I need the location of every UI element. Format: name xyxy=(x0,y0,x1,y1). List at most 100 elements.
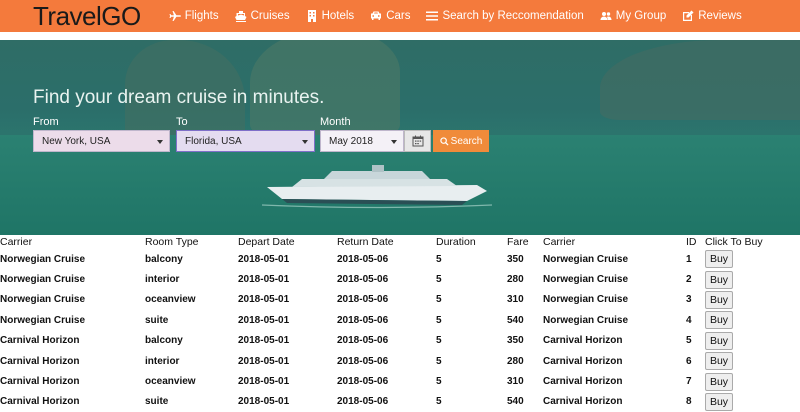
cell-fare: 350 xyxy=(507,253,524,265)
buy-button[interactable]: Buy xyxy=(705,311,733,330)
nav-cars-label: Cars xyxy=(386,10,411,22)
nav-hotels[interactable]: Hotels xyxy=(306,10,354,22)
buy-button[interactable]: Buy xyxy=(705,352,733,371)
from-select-value: New York, USA xyxy=(42,135,111,147)
cell-fare: 310 xyxy=(507,294,524,306)
chevron-down-icon xyxy=(302,140,308,144)
hero-banner: Find your dream cruise in minutes. From … xyxy=(0,40,800,235)
to-select[interactable]: Florida, USA xyxy=(176,130,315,152)
col-header-return-date: Return Date xyxy=(337,236,394,248)
cell-duration: 5 xyxy=(436,376,442,388)
buy-button[interactable]: Buy xyxy=(705,331,733,350)
cell-return-date: 2018-05-06 xyxy=(337,274,389,286)
cell-id: 7 xyxy=(686,376,692,388)
hero-title: Find your dream cruise in minutes. xyxy=(33,87,325,108)
cell-duration: 5 xyxy=(436,274,442,286)
table-row: Norwegian Cruise interior 2018-05-01 2018-0… xyxy=(0,269,800,289)
brand-logo[interactable]: TravelGO xyxy=(33,1,141,32)
cruise-ship-image xyxy=(262,165,492,209)
cell-return-date: 2018-05-06 xyxy=(337,376,389,388)
cell-buy: Buy xyxy=(705,392,800,412)
cell-carrier-2: Norwegian Cruise xyxy=(543,274,629,286)
cell-carrier-2: Carnival Horizon xyxy=(543,396,623,408)
to-select-value: Florida, USA xyxy=(185,135,242,147)
cell-id: 4 xyxy=(686,314,692,326)
nav-my-group[interactable]: My Group xyxy=(600,10,666,22)
to-label: To xyxy=(176,116,188,128)
cell-fare: 540 xyxy=(507,396,524,408)
nav-flights[interactable]: Flights xyxy=(169,10,219,22)
cell-return-date: 2018-05-06 xyxy=(337,396,389,408)
table-row: Carnival Horizon balcony 2018-05-01 2018-05… xyxy=(0,331,800,351)
cell-buy: Buy xyxy=(705,351,800,371)
cell-depart-date: 2018-05-01 xyxy=(238,335,290,347)
col-header-duration: Duration xyxy=(436,236,476,248)
cell-carrier-2: Carnival Horizon xyxy=(543,335,623,347)
search-button[interactable]: Search xyxy=(433,130,489,152)
cell-room-type: balcony xyxy=(145,253,183,265)
buy-button[interactable]: Buy xyxy=(705,392,733,411)
col-header-carrier-2: Carrier xyxy=(543,236,576,248)
nav-cruises-label: Cruises xyxy=(250,10,290,22)
cell-room-type: suite xyxy=(145,314,169,326)
table-row: Carnival Horizon interior 2018-05-01 2018-0… xyxy=(0,351,800,371)
cell-fare: 280 xyxy=(507,274,524,286)
car-icon xyxy=(370,10,382,22)
month-select[interactable]: May 2018 xyxy=(320,130,404,152)
calendar-icon xyxy=(412,135,423,147)
cell-id: 5 xyxy=(686,335,692,347)
month-select-value: May 2018 xyxy=(329,135,373,147)
cell-carrier: Carnival Horizon xyxy=(0,355,80,367)
cell-return-date: 2018-05-06 xyxy=(337,294,389,306)
cell-carrier-2: Carnival Horizon xyxy=(543,355,623,367)
cell-carrier: Norwegian Cruise xyxy=(0,253,86,265)
cell-return-date: 2018-05-06 xyxy=(337,253,389,265)
buy-button[interactable]: Buy xyxy=(705,250,733,269)
calendar-button[interactable] xyxy=(404,130,431,152)
cell-carrier: Norwegian Cruise xyxy=(0,294,86,306)
nav-reviews[interactable]: Reviews xyxy=(682,10,742,22)
cell-buy: Buy xyxy=(705,310,800,330)
cell-duration: 5 xyxy=(436,294,442,306)
cell-depart-date: 2018-05-01 xyxy=(238,294,290,306)
results-table: Carrier Room Type Depart Date Return Dat… xyxy=(0,235,800,412)
cell-room-type: balcony xyxy=(145,335,183,347)
search-icon xyxy=(439,136,449,146)
cell-depart-date: 2018-05-01 xyxy=(238,253,290,265)
col-header-room-type: Room Type xyxy=(145,236,199,248)
nav-recommendation[interactable]: Search by Reccomendation xyxy=(426,10,584,22)
plane-icon xyxy=(169,10,181,22)
main-nav: Flights Cruises Hotels Cars Search by Re… xyxy=(169,0,758,34)
cell-depart-date: 2018-05-01 xyxy=(238,355,290,367)
buy-button[interactable]: Buy xyxy=(705,372,733,391)
cell-room-type: oceanview xyxy=(145,294,196,306)
cell-buy: Buy xyxy=(705,269,800,289)
results-table-body: Norwegian Cruise balcony 2018-05-01 2018-05… xyxy=(0,249,800,412)
cell-room-type: interior xyxy=(145,274,180,286)
cell-carrier: Carnival Horizon xyxy=(0,376,80,388)
cell-carrier: Norwegian Cruise xyxy=(0,314,86,326)
buy-button[interactable]: Buy xyxy=(705,270,733,289)
cell-fare: 350 xyxy=(507,335,524,347)
cell-id: 6 xyxy=(686,355,692,367)
cell-duration: 5 xyxy=(436,314,442,326)
table-row: Carnival Horizon oceanview 2018-05-01 2018-… xyxy=(0,371,800,391)
nav-cars[interactable]: Cars xyxy=(370,10,410,22)
chevron-down-icon xyxy=(391,140,397,144)
cell-depart-date: 2018-05-01 xyxy=(238,274,290,286)
cell-return-date: 2018-05-06 xyxy=(337,335,389,347)
from-select[interactable]: New York, USA xyxy=(33,130,170,152)
cell-buy: Buy xyxy=(705,371,800,391)
buy-button[interactable]: Buy xyxy=(705,290,733,309)
cell-fare: 540 xyxy=(507,314,524,326)
cell-carrier-2: Norwegian Cruise xyxy=(543,294,629,306)
cell-buy: Buy xyxy=(705,331,800,351)
search-button-label: Search xyxy=(450,135,483,147)
nav-recommendation-label: Search by Reccomendation xyxy=(442,10,584,22)
cell-fare: 280 xyxy=(507,355,524,367)
cell-carrier-2: Carnival Horizon xyxy=(543,376,623,388)
col-header-depart-date: Depart Date xyxy=(238,236,295,248)
nav-cruises[interactable]: Cruises xyxy=(234,10,290,22)
ship-icon xyxy=(234,10,247,22)
cell-buy: Buy xyxy=(705,290,800,310)
